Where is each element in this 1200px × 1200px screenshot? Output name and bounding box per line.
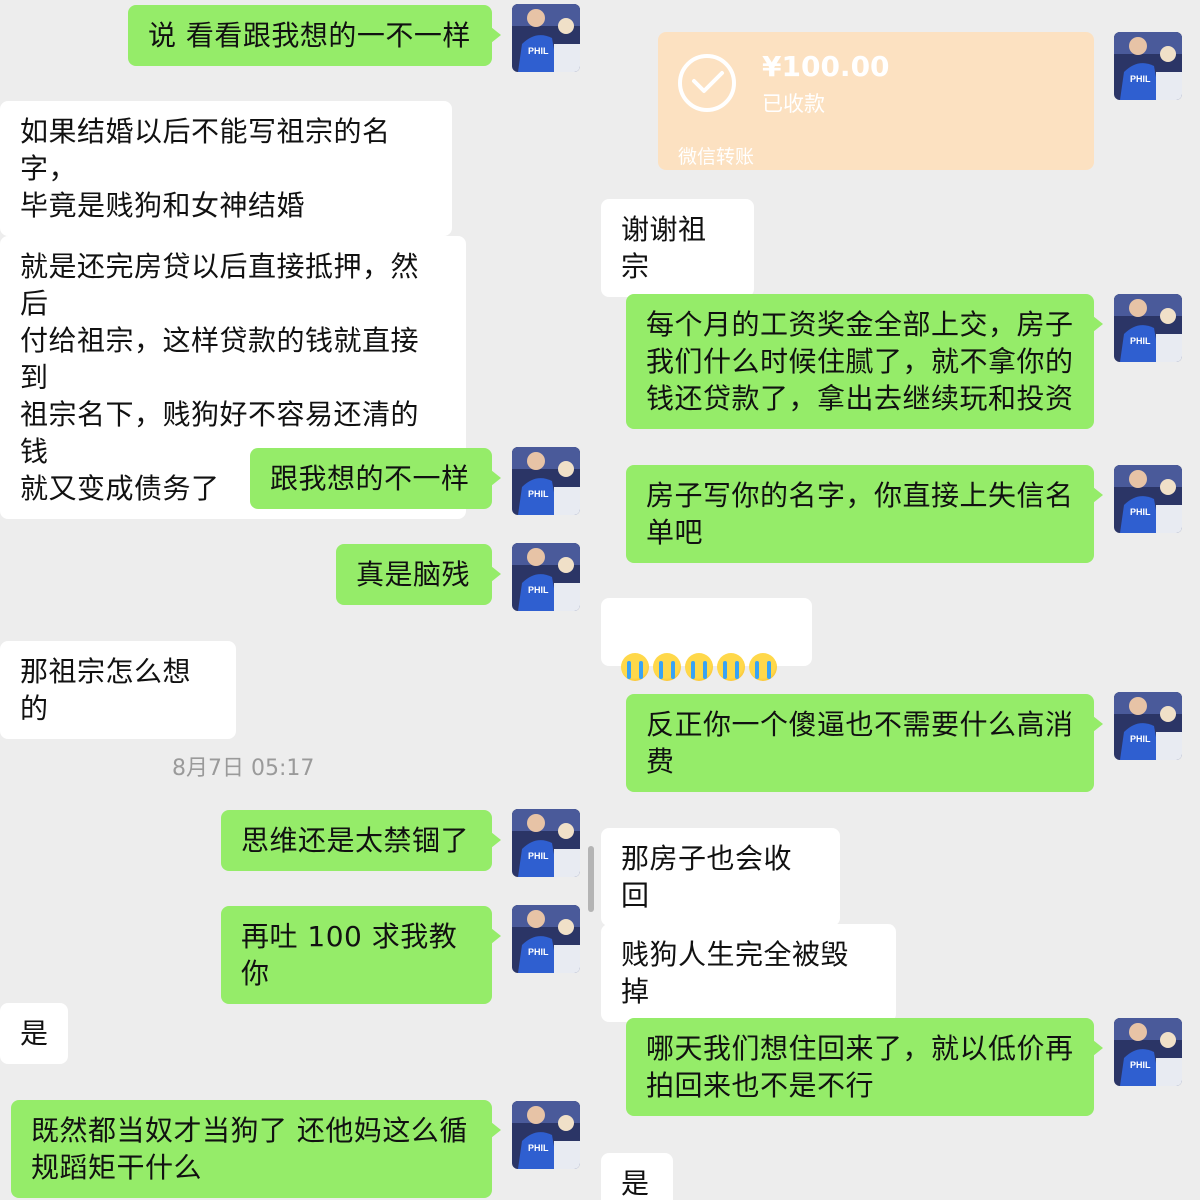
avatar[interactable]: PHIL — [512, 809, 580, 877]
message-bubble-sent[interactable]: 哪天我们想住回来了，就以低价再 拍回来也不是不行 — [626, 1018, 1103, 1116]
message-timestamp: 8月7日 05:17 — [172, 756, 315, 781]
svg-text:PHIL: PHIL — [1130, 336, 1151, 346]
transfer-status: 已收款 — [762, 92, 825, 116]
svg-text:PHIL: PHIL — [1130, 1060, 1151, 1070]
svg-text:PHIL: PHIL — [528, 585, 549, 595]
message-bubble-sent[interactable]: 说 看看跟我想的一不一样 — [128, 5, 501, 66]
avatar[interactable]: PHIL — [512, 543, 580, 611]
loudly-crying-emoji — [653, 652, 681, 681]
avatar[interactable]: PHIL — [512, 447, 580, 515]
message-bubble-sent[interactable]: 房子写你的名字，你直接上失信名 单吧 — [626, 465, 1103, 563]
loudly-crying-emoji — [749, 652, 777, 681]
avatar[interactable]: PHIL — [1114, 1018, 1182, 1086]
emoji-message[interactable] — [601, 598, 812, 681]
svg-text:PHIL: PHIL — [1130, 507, 1151, 517]
chat-pane-left: 说 看看跟我想的一不一样 PHIL 如果结婚以后不能写祖宗的名字， 毕竟是贱狗和… — [0, 0, 600, 1200]
loudly-crying-emoji — [717, 652, 745, 681]
avatar[interactable]: PHIL — [512, 1101, 580, 1169]
message-bubble-sent[interactable]: 跟我想的不一样 — [250, 448, 501, 509]
avatar[interactable]: PHIL — [512, 4, 580, 72]
loudly-crying-emoji — [621, 652, 649, 681]
message-bubble-received[interactable]: 贱狗人生完全被毁掉 — [601, 924, 896, 1022]
avatar[interactable]: PHIL — [1114, 465, 1182, 533]
svg-text:PHIL: PHIL — [528, 1143, 549, 1153]
avatar[interactable]: PHIL — [512, 905, 580, 973]
message-bubble-received[interactable]: 是 — [601, 1153, 673, 1200]
svg-text:PHIL: PHIL — [1130, 74, 1151, 84]
svg-text:PHIL: PHIL — [528, 851, 549, 861]
message-bubble-received[interactable]: 如果结婚以后不能写祖宗的名字， 毕竟是贱狗和女神结婚 — [0, 101, 452, 236]
svg-text:PHIL: PHIL — [1130, 734, 1151, 744]
svg-text:PHIL: PHIL — [528, 46, 549, 56]
svg-text:PHIL: PHIL — [528, 947, 549, 957]
loudly-crying-emoji — [685, 652, 713, 681]
chat-pane-right: ¥100.00 已收款 微信转账 PHIL 谢谢祖宗 每个月的工资奖金全部上交，… — [600, 0, 1200, 1200]
message-bubble-sent[interactable]: 再吐 100 求我教你 — [221, 906, 501, 1004]
transfer-card[interactable]: ¥100.00 已收款 微信转账 — [658, 32, 1094, 170]
avatar[interactable]: PHIL — [1114, 692, 1182, 760]
svg-text:PHIL: PHIL — [528, 489, 549, 499]
message-bubble-sent[interactable]: 既然都当奴才当狗了 还他妈这么循 规蹈矩干什么 — [11, 1100, 501, 1198]
avatar[interactable]: PHIL — [1114, 32, 1182, 100]
message-bubble-received[interactable]: 是 — [0, 1003, 68, 1064]
message-bubble-sent[interactable]: 真是脑残 — [336, 544, 501, 605]
scrollbar[interactable] — [588, 846, 594, 912]
transfer-footer: 微信转账 — [678, 146, 755, 168]
avatar[interactable]: PHIL — [1114, 294, 1182, 362]
message-bubble-received[interactable]: 那祖宗怎么想的 — [0, 641, 236, 739]
message-bubble-sent[interactable]: 反正你一个傻逼也不需要什么高消 费 — [626, 694, 1103, 792]
message-bubble-sent[interactable]: 思维还是太禁锢了 — [221, 810, 501, 871]
transfer-amount: ¥100.00 — [762, 50, 890, 83]
message-bubble-received[interactable]: 谢谢祖宗 — [601, 199, 754, 297]
checkmark-icon — [678, 54, 736, 112]
message-bubble-received[interactable]: 那房子也会收回 — [601, 828, 840, 926]
message-bubble-sent[interactable]: 每个月的工资奖金全部上交，房子 我们什么时候住腻了，就不拿你的 钱还贷款了，拿出… — [626, 294, 1103, 429]
